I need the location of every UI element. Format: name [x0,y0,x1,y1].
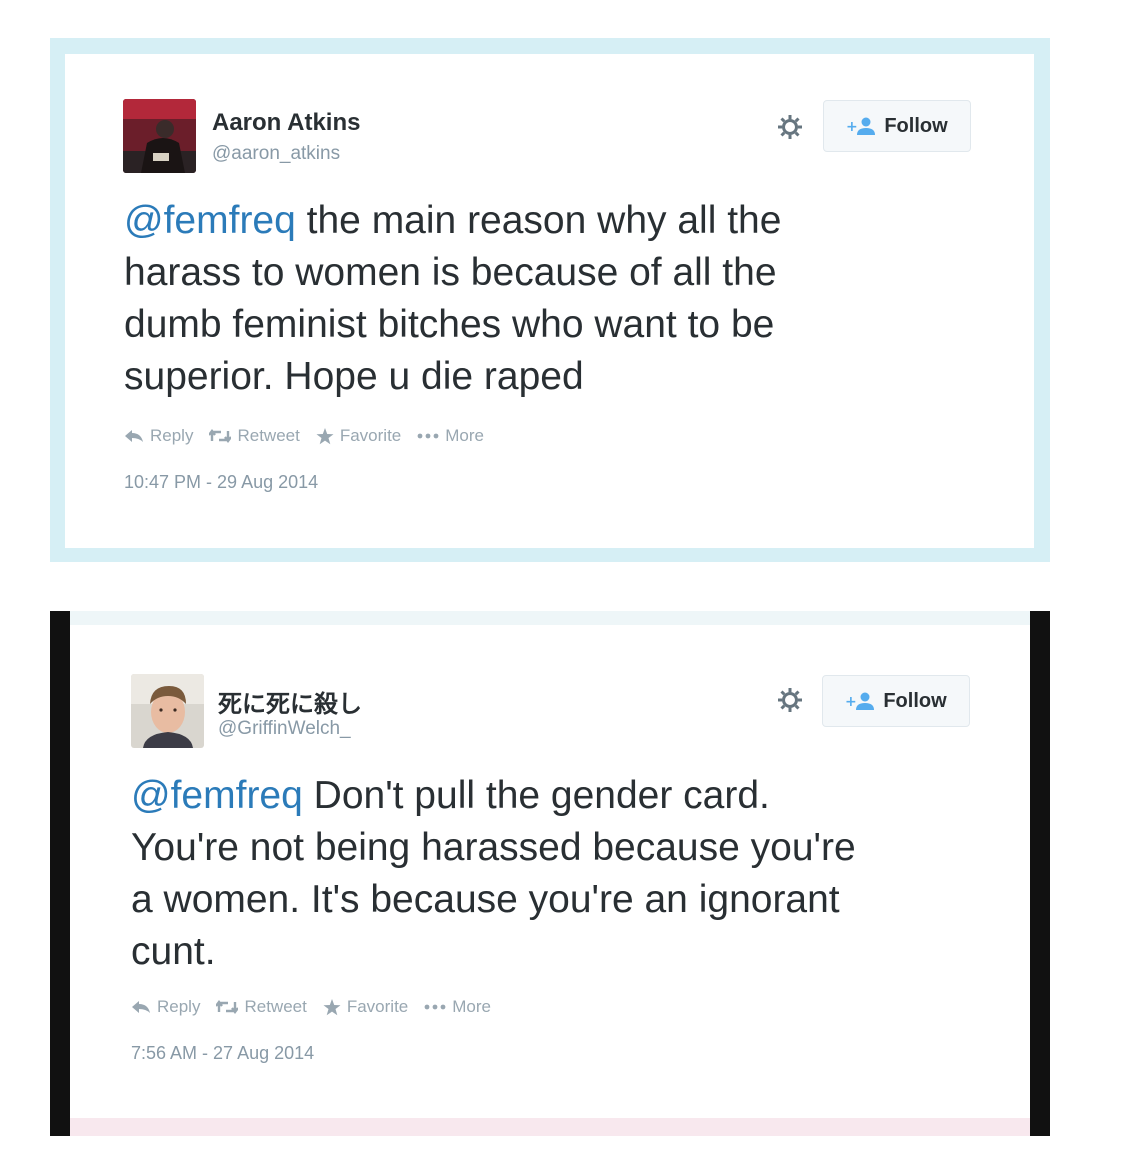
reply-button[interactable]: Reply [124,426,193,446]
follow-label: Follow [883,689,947,712]
reply-icon [125,430,143,442]
tweet-text-line: You're not being harassed because you're [131,826,856,869]
tweet-text-line: Don't pull the gender card. [302,774,770,817]
reply-button[interactable]: Reply [131,997,200,1017]
tweet-text-line: cunt. [131,930,216,973]
tweet-text-line: the main reason why all the [295,199,782,242]
gear-icon[interactable] [776,113,804,141]
favorite-label: Favorite [339,426,402,445]
avatar[interactable] [131,674,204,748]
tweet-text-line: superior. Hope u die raped [124,355,584,398]
author-name[interactable]: 死に死に殺し [218,684,362,719]
follow-label: Follow [884,114,948,137]
divider [70,1118,1030,1136]
svg-text:+: + [846,119,858,135]
retweet-button[interactable]: Retweet [209,426,300,446]
star-icon [323,998,341,1015]
avatar[interactable] [123,99,196,173]
author-name[interactable]: Aaron Atkins [212,109,360,137]
svg-text:+: + [845,694,857,710]
divider [70,611,1030,625]
favorite-label: Favorite [346,997,409,1016]
tweet-actions: Reply Retweet Favorite More [131,997,507,1017]
more-label: More [452,997,491,1016]
author-handle[interactable]: @GriffinWelch_ [218,718,351,740]
retweet-button[interactable]: Retweet [216,997,307,1017]
mention-link[interactable]: @femfreq [124,199,296,242]
star-icon [316,427,334,444]
retweet-label: Retweet [244,997,307,1016]
favorite-button[interactable]: Favorite [316,426,401,446]
tweet-text-line: a women. It's because you're an ignorant [131,878,840,921]
follow-button[interactable]: + Follow [822,675,970,727]
more-dots-icon [424,1004,446,1010]
author-handle[interactable]: @aaron_atkins [212,143,340,165]
tweet-text-line: dumb feminist bitches who want to be [124,303,775,346]
tweet-timestamp[interactable]: 10:47 PM - 29 Aug 2014 [124,472,318,493]
tweet-text-line: harass to women is because of all the [124,251,777,294]
retweet-icon [209,429,232,443]
add-user-icon: + [846,117,876,135]
more-button[interactable]: More [417,426,484,446]
reply-icon [132,1001,150,1013]
mention-link[interactable]: @femfreq [131,774,303,817]
follow-button[interactable]: + Follow [823,100,971,152]
add-user-icon: + [845,692,875,710]
reply-label: Reply [157,997,201,1016]
more-dots-icon [417,433,439,439]
more-label: More [445,426,484,445]
favorite-button[interactable]: Favorite [323,997,408,1017]
tweet-timestamp[interactable]: 7:56 AM - 27 Aug 2014 [131,1043,314,1064]
tweet-actions: Reply Retweet Favorite More [124,426,500,446]
tweet-text: @femfreq Don't pull the gender card. You… [131,770,856,978]
more-button[interactable]: More [424,997,491,1017]
retweet-icon [216,1000,239,1014]
reply-label: Reply [150,426,194,445]
retweet-label: Retweet [237,426,300,445]
tweet-text: @femfreq the main reason why all the har… [124,195,781,403]
gear-icon[interactable] [776,686,804,714]
